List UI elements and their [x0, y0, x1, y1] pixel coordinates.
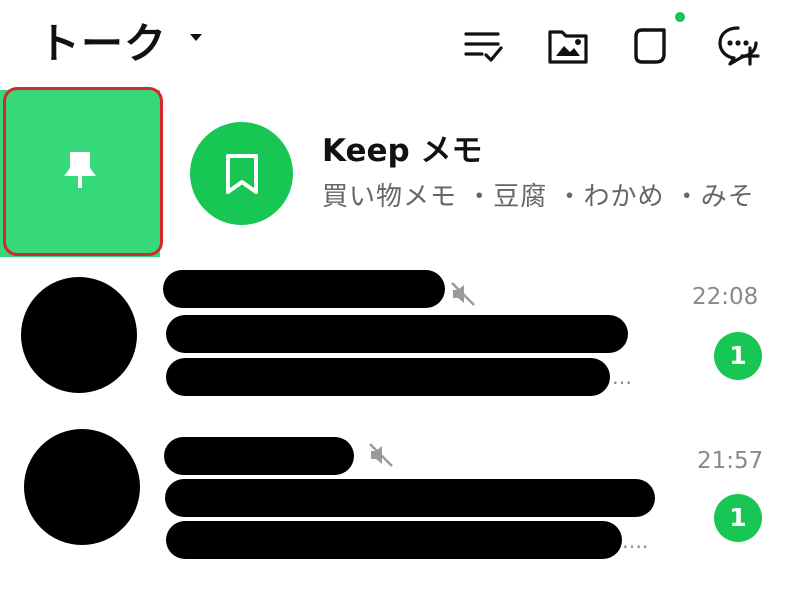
pin-button[interactable]	[3, 87, 163, 256]
new-chat-icon[interactable]	[714, 22, 762, 70]
list-check-icon[interactable]	[460, 22, 508, 70]
keep-preview: 買い物メモ ・豆腐 ・わかめ ・みそ	[322, 182, 755, 212]
ellipsis: ….	[622, 529, 649, 553]
notification-dot	[675, 12, 685, 22]
photo-folder-icon[interactable]	[544, 22, 592, 70]
chevron-down-icon[interactable]	[190, 34, 202, 41]
page-title[interactable]: トーク	[38, 16, 167, 72]
chat-avatar[interactable]	[24, 429, 140, 545]
ellipsis: …	[612, 365, 632, 389]
message-preview-redacted	[165, 479, 655, 517]
bookmark-icon	[226, 154, 258, 194]
chat-avatar[interactable]	[21, 277, 137, 393]
chat-time: 22:08	[692, 284, 759, 310]
message-preview-redacted	[166, 315, 628, 353]
chat-time: 21:57	[697, 448, 764, 474]
message-preview-redacted	[166, 358, 610, 396]
pin-icon	[64, 152, 96, 188]
mute-icon	[369, 443, 393, 467]
chat-name-redacted	[163, 270, 445, 308]
unread-badge: 1	[714, 494, 762, 542]
keep-name[interactable]: Keep メモ	[322, 131, 483, 171]
message-preview-redacted	[166, 521, 622, 559]
square-icon[interactable]	[628, 22, 676, 70]
mute-icon	[451, 282, 475, 306]
unread-badge: 1	[714, 332, 762, 380]
chat-name-redacted	[164, 437, 354, 475]
keep-avatar[interactable]	[190, 122, 293, 225]
